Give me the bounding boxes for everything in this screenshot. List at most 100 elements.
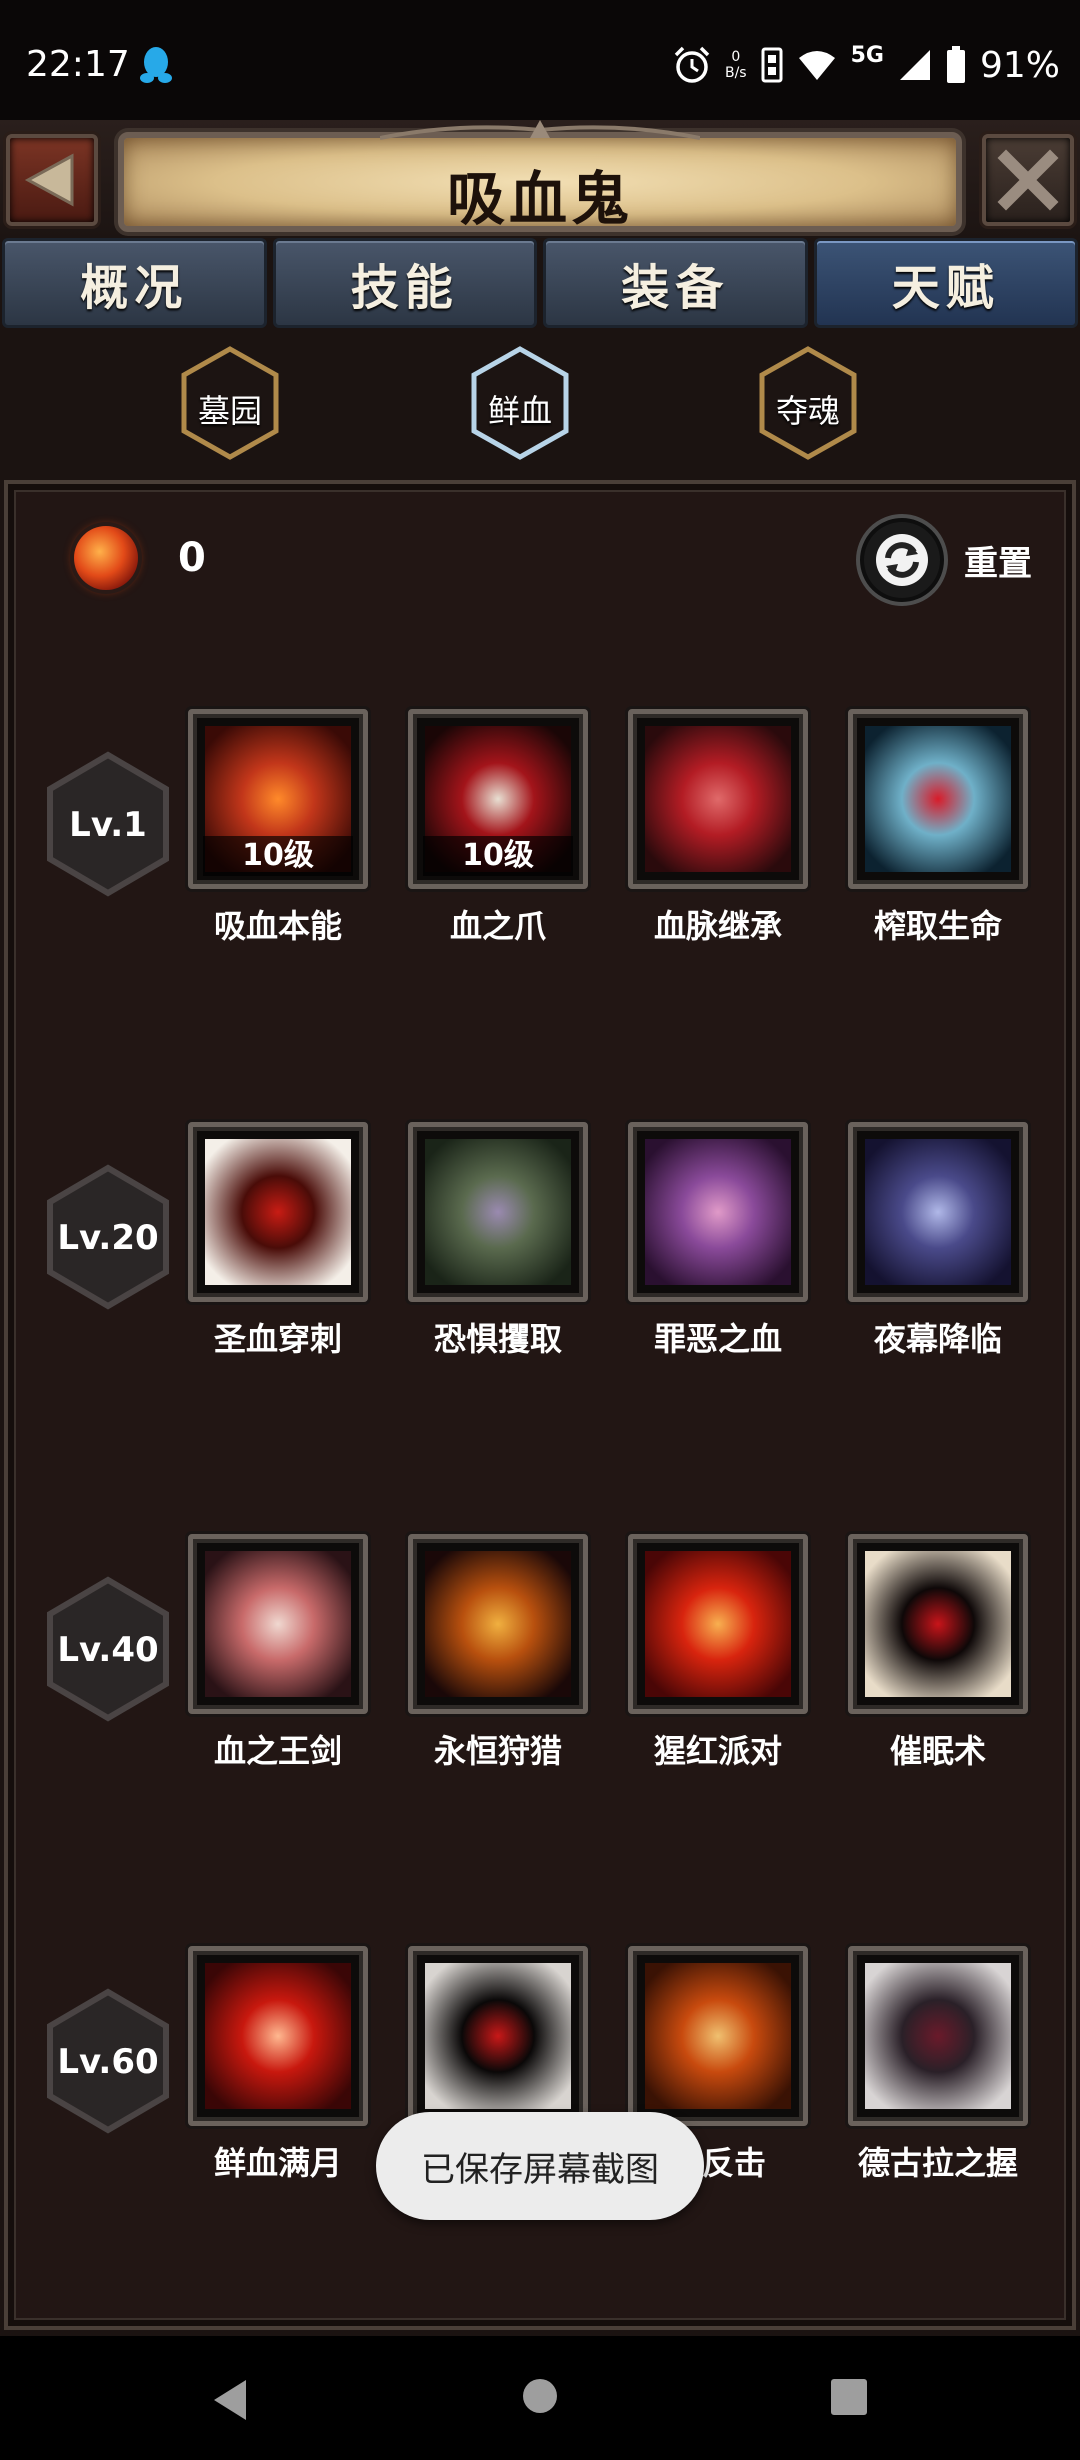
skill-icon-frame[interactable] [848,1122,1028,1302]
talent-skill[interactable]: 血脉继承 [628,709,808,947]
blood-orb-icon [74,526,138,590]
skill-icon-frame[interactable]: 10级 [188,709,368,889]
skill-name: 血之爪 [449,907,546,945]
subtab-blood[interactable]: 鲜血 [470,346,570,460]
talent-skill[interactable]: 10级血之爪 [408,709,588,947]
subtab-soul[interactable]: 夺魂 [758,346,858,460]
network-type: 5G [850,42,884,68]
reset-label: 重置 [964,543,1032,584]
close-x-icon [997,149,1059,211]
triangle-left-icon [24,153,74,207]
skill-name: 催眠术 [889,1732,986,1770]
back-button[interactable] [6,134,98,226]
talent-panel: 0 重置 Lv.1 10级 吸血本能 10级 血之爪 血脉继承 榨取生命 Lv.20 圣血穿刺恐… [4,480,1076,2330]
talent-skill[interactable]: 夜幕降临 [848,1122,1028,1360]
talent-skill[interactable]: 血之王剑 [188,1534,368,1772]
talent-skill[interactable]: 10级吸血本能 [188,709,368,947]
skill-art-icon [425,1139,571,1285]
skill-icon-frame[interactable] [848,1946,1028,2126]
skill-art-icon [205,1963,351,2109]
toast: 已保存屏幕截图 [376,2112,704,2220]
skill-icon-frame[interactable] [188,1122,368,1302]
talent-skill[interactable]: 鲜血满月 [188,1946,368,2184]
main-tabs: 概况 技能 装备 天赋 [0,238,1080,330]
talent-skill[interactable]: 榨取生命 [848,709,1028,947]
skill-art-icon [645,1139,791,1285]
skill-name: 鲜血满月 [213,2144,342,2182]
tab-talent[interactable]: 天赋 [813,238,1078,328]
skill-art-icon [865,1551,1011,1697]
alarm-icon [674,46,710,83]
talent-skill[interactable]: 罪恶之血 [628,1122,808,1360]
skill-art-icon [865,1963,1011,2109]
skill-art-icon [425,1963,571,2109]
status-time: 22:17 [26,44,130,85]
skill-name: 永恒狩猎 [433,1732,562,1770]
back-triangle-icon[interactable] [210,2378,250,2422]
system-nav-bar [0,2336,1080,2460]
reset-button[interactable] [856,514,948,606]
skill-art-icon [205,1139,351,1285]
level-badge: Lv.1 [44,751,172,897]
skill-icon-frame[interactable] [628,709,808,889]
title-banner: 吸血鬼 [118,132,962,233]
skill-icon-frame[interactable] [408,1534,588,1714]
tab-skills[interactable]: 技能 [272,238,537,328]
home-circle-icon[interactable] [522,2378,558,2414]
level-label: Lv.1 [69,805,147,845]
skill-icon-frame[interactable] [188,1534,368,1714]
talent-row: Lv.1 10级 吸血本能 10级 血之爪 血脉继承 榨取生命 [38,709,1048,969]
skill-art-icon [865,726,1011,872]
level-label: Lv.40 [57,1630,159,1670]
skill-icon-frame[interactable] [628,1946,808,2126]
talent-skill[interactable]: 猩红派对 [628,1534,808,1772]
reset-control[interactable]: 重置 [856,514,1032,606]
skill-icon-frame[interactable] [408,1946,588,2126]
skill-art-icon [645,726,791,872]
skill-icon-frame[interactable] [848,1534,1028,1714]
tab-overview[interactable]: 概况 [2,238,267,328]
talent-skill[interactable]: 永恒狩猎 [408,1534,588,1772]
talent-branch-tabs: 墓园 鲜血 夺魂 [0,340,1080,470]
skill-name: 吸血本能 [213,907,342,945]
close-button[interactable] [982,134,1074,226]
skill-art-icon [865,1139,1011,1285]
skill-level-label: 10级 [203,836,353,876]
ornament-icon [380,120,700,140]
skill-name: 猩红派对 [653,1732,782,1770]
skill-icon-frame[interactable]: 10级 [408,709,588,889]
skill-icon-frame[interactable] [628,1534,808,1714]
data-saver-icon [761,47,783,83]
skill-art-icon [205,1551,351,1697]
skill-name: 恐惧攫取 [433,1320,562,1358]
skill-icon-frame[interactable] [408,1122,588,1302]
talent-skill[interactable]: 恐惧攫取 [408,1122,588,1360]
battery-icon [946,46,965,83]
qq-icon [140,47,172,83]
wifi-icon [798,51,835,80]
recents-square-icon[interactable] [830,2378,868,2416]
page-title: 吸血鬼 [446,165,633,233]
talent-skill[interactable] [408,1946,588,2138]
header-bar: 吸血鬼 [0,120,1080,240]
skill-name: 血脉继承 [653,907,782,945]
talent-points: 0 [74,526,206,590]
level-badge: Lv.60 [44,1988,172,2134]
toast-text: 已保存屏幕截图 [421,2149,659,2190]
talent-skill[interactable]: 催眠术 [848,1534,1028,1772]
talent-skill[interactable]: 德古拉之握 [848,1946,1028,2184]
battery-percent: 91% [979,44,1060,86]
skill-icon-frame[interactable] [848,709,1028,889]
talent-skill[interactable]: 圣血穿刺 [188,1122,368,1360]
talent-row: Lv.40 血之王剑 永恒狩猎 猩红派对 催眠术 [38,1534,1048,1794]
skill-icon-frame[interactable] [188,1946,368,2126]
signal-icon [899,50,930,80]
skill-art-icon [645,1963,791,2109]
level-badge: Lv.40 [44,1576,172,1722]
skill-icon-frame[interactable] [628,1122,808,1302]
level-label: Lv.60 [57,2042,159,2082]
skill-name: 榨取生命 [873,907,1002,945]
subtab-graveyard[interactable]: 墓园 [180,346,280,460]
talent-row: Lv.20 圣血穿刺 恐惧攫取 罪恶之血 夜幕降临 [38,1122,1048,1382]
tab-equipment[interactable]: 装备 [543,238,808,328]
